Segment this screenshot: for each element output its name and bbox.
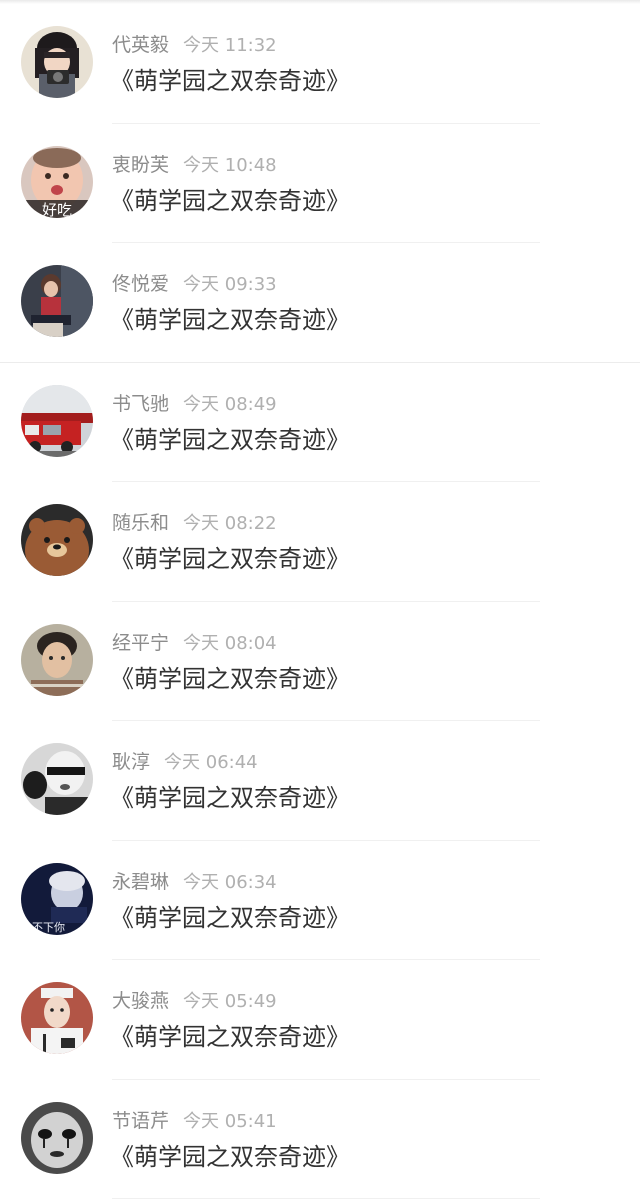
- user-avatar[interactable]: [21, 504, 93, 576]
- comment-meta: 佟悦爱 今天 09:33: [112, 271, 277, 298]
- user-name[interactable]: 耿淳: [112, 751, 150, 773]
- user-name[interactable]: 书飞驰: [112, 393, 169, 415]
- comment-time: 今天 05:49: [183, 991, 277, 1012]
- comment-meta: 大骏燕 今天 05:49: [112, 988, 277, 1015]
- user-avatar[interactable]: [21, 384, 93, 457]
- comment-list: 代英毅 今天 11:32 《萌学园之双奈奇迹》 好吃 衷盼芙 今天 10:48 《萌…: [0, 4, 640, 1199]
- comment-text[interactable]: 《萌学园之双奈奇迹》: [110, 303, 350, 337]
- comment-text[interactable]: 《萌学园之双奈奇迹》: [110, 423, 350, 457]
- comment-item[interactable]: 大骏燕 今天 05:49 《萌学园之双奈奇迹》: [0, 960, 640, 1080]
- comment-time: 今天 06:34: [183, 871, 277, 893]
- comment-text[interactable]: 《萌学园之双奈奇迹》: [110, 1140, 350, 1174]
- user-name[interactable]: 经平宁: [112, 632, 169, 654]
- comment-item[interactable]: 佟悦爱 今天 09:33 《萌学园之双奈奇迹》: [0, 243, 640, 363]
- comment-meta: 衷盼芙 今天 10:48: [112, 152, 277, 179]
- comment-item[interactable]: 经平宁 今天 08:04 《萌学园之双奈奇迹》: [0, 602, 640, 722]
- comment-text[interactable]: 《萌学园之双奈奇迹》: [110, 1020, 350, 1054]
- comment-meta: 耿淳 今天 06:44: [112, 749, 258, 776]
- user-name[interactable]: 随乐和: [112, 512, 169, 534]
- comment-meta: 书飞驰 今天 08:49: [112, 391, 277, 418]
- user-avatar[interactable]: 好吃: [21, 145, 93, 218]
- comment-item[interactable]: 代英毅 今天 11:32 《萌学园之双奈奇迹》: [0, 4, 640, 124]
- user-avatar[interactable]: 放不下你: [21, 862, 93, 935]
- comment-time: 今天 06:44: [164, 752, 258, 773]
- user-avatar[interactable]: [21, 26, 93, 98]
- comment-item[interactable]: 耿淳 今天 06:44 《萌学园之双奈奇迹》: [0, 721, 640, 841]
- comment-time: 今天 08:22: [183, 513, 277, 534]
- comment-meta: 代英毅 今天 11:32: [112, 32, 277, 59]
- user-name[interactable]: 代英毅: [112, 34, 169, 56]
- user-avatar[interactable]: [21, 1101, 93, 1174]
- user-name[interactable]: 节语芹: [112, 1110, 169, 1132]
- avatar-caption: 好吃: [42, 201, 72, 218]
- user-name[interactable]: 永碧琳: [112, 871, 169, 893]
- comment-text[interactable]: 《萌学园之双奈奇迹》: [110, 184, 350, 218]
- avatar-caption: 放不下你: [21, 920, 65, 934]
- comment-text[interactable]: 《萌学园之双奈奇迹》: [110, 781, 350, 815]
- comment-item[interactable]: 放不下你 永碧琳 今天 06:34 《萌学园之双奈奇迹》: [0, 841, 640, 961]
- comment-time: 今天 08:04: [183, 632, 277, 654]
- comment-item[interactable]: 书飞驰 今天 08:49 《萌学园之双奈奇迹》: [0, 363, 640, 483]
- comment-time: 今天 09:33: [183, 274, 277, 295]
- user-avatar[interactable]: [21, 623, 93, 696]
- comment-meta: 永碧琳 今天 06:34: [112, 869, 277, 896]
- comment-item[interactable]: 随乐和 今天 08:22 《萌学园之双奈奇迹》: [0, 482, 640, 602]
- comment-text[interactable]: 《萌学园之双奈奇迹》: [110, 64, 350, 98]
- user-name[interactable]: 大骏燕: [112, 990, 169, 1012]
- comment-text[interactable]: 《萌学园之双奈奇迹》: [110, 542, 350, 576]
- comment-item[interactable]: 好吃 衷盼芙 今天 10:48 《萌学园之双奈奇迹》: [0, 124, 640, 244]
- comment-text[interactable]: 《萌学园之双奈奇迹》: [110, 662, 350, 696]
- user-name[interactable]: 衷盼芙: [112, 154, 169, 176]
- user-avatar[interactable]: [21, 743, 93, 815]
- comment-meta: 随乐和 今天 08:22: [112, 510, 277, 537]
- user-avatar[interactable]: [21, 982, 93, 1054]
- comment-time: 今天 08:49: [183, 393, 277, 415]
- comment-time: 今天 10:48: [183, 154, 277, 176]
- comment-meta: 节语芹 今天 05:41: [112, 1108, 277, 1135]
- comment-meta: 经平宁 今天 08:04: [112, 630, 277, 657]
- user-name[interactable]: 佟悦爱: [112, 273, 169, 295]
- user-avatar[interactable]: [21, 265, 93, 337]
- comment-time: 今天 05:41: [183, 1110, 277, 1132]
- comment-time: 今天 11:32: [183, 35, 277, 56]
- comment-item[interactable]: 节语芹 今天 05:41 《萌学园之双奈奇迹》: [0, 1080, 640, 1199]
- comment-text[interactable]: 《萌学园之双奈奇迹》: [110, 901, 350, 935]
